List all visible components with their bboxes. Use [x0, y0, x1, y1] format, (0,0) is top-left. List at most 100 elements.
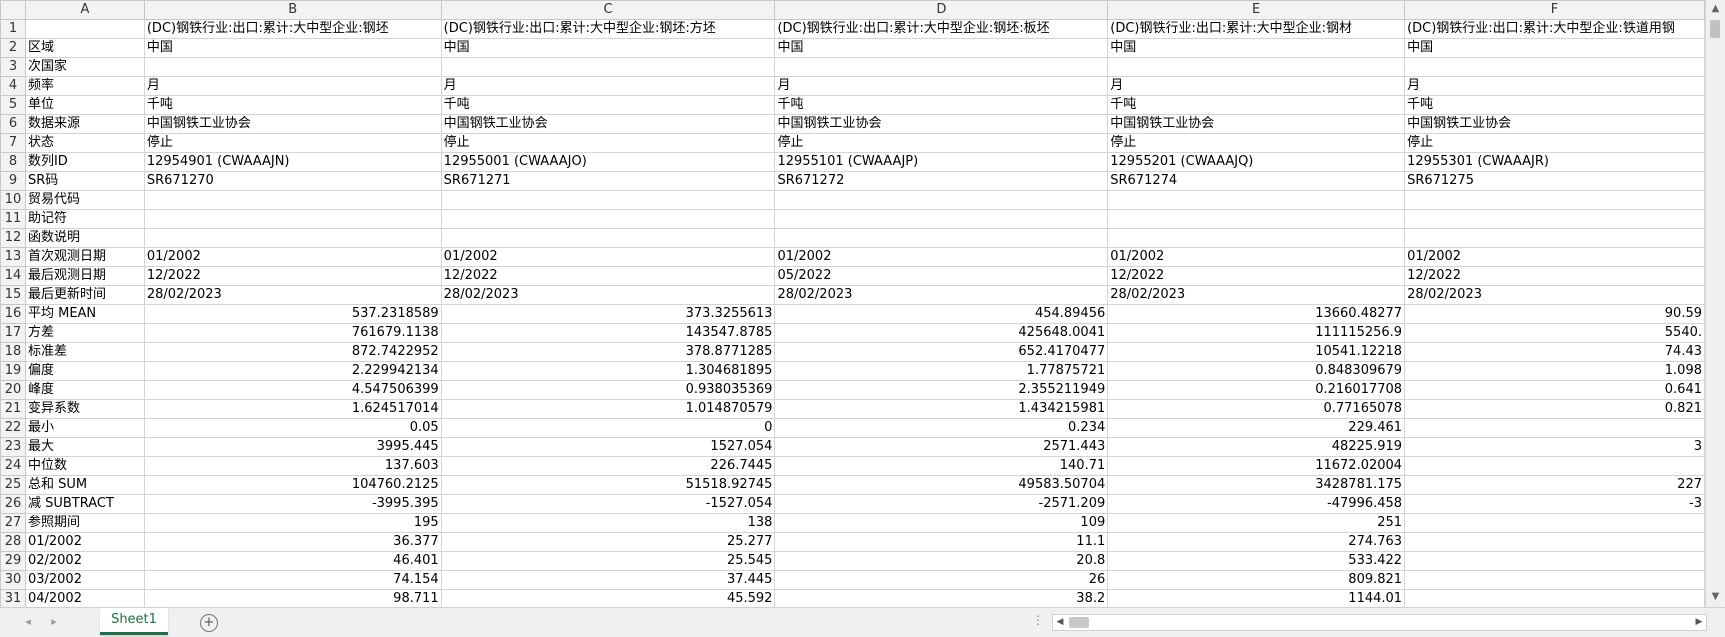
cell-f[interactable]: 01/2002 — [1404, 247, 1705, 267]
cell-d[interactable]: (DC)钢铁行业:出口:累计:大中型企业:钢坯:板坯 — [774, 19, 1109, 39]
cell-a[interactable] — [24, 19, 145, 39]
cell-c[interactable] — [440, 57, 776, 77]
cell-f[interactable]: 74.43 — [1404, 342, 1705, 362]
row-header[interactable]: 17 — [0, 323, 26, 343]
cell-a[interactable]: 中位数 — [24, 456, 145, 476]
row-header[interactable]: 2 — [0, 38, 26, 58]
select-all-corner[interactable] — [0, 0, 26, 20]
cell-a[interactable]: 单位 — [24, 95, 145, 115]
row-header[interactable]: 5 — [0, 95, 26, 115]
cell-a[interactable]: 次国家 — [24, 57, 145, 77]
cell-f[interactable] — [1404, 570, 1705, 590]
row-header[interactable]: 11 — [0, 209, 26, 229]
cell-b[interactable]: 195 — [143, 513, 442, 533]
cell-d[interactable]: 2571.443 — [774, 437, 1109, 457]
cell-b[interactable]: 中国 — [143, 38, 442, 58]
row-header[interactable]: 21 — [0, 399, 26, 419]
cell-a[interactable]: 03/2002 — [24, 570, 145, 590]
cell-f[interactable] — [1404, 551, 1705, 571]
cell-b[interactable]: 2.229942134 — [143, 361, 442, 381]
row-header[interactable]: 3 — [0, 57, 26, 77]
cell-a[interactable]: 变异系数 — [24, 399, 145, 419]
cell-c[interactable]: 月 — [440, 76, 776, 96]
cell-a[interactable]: 01/2002 — [24, 532, 145, 552]
cell-f[interactable]: 3 — [1404, 437, 1705, 457]
cell-e[interactable]: 月 — [1107, 76, 1406, 96]
cell-d[interactable]: 01/2002 — [774, 247, 1109, 267]
cell-f[interactable] — [1404, 456, 1705, 476]
cell-d[interactable]: 1.434215981 — [774, 399, 1109, 419]
cell-c[interactable]: 138 — [440, 513, 776, 533]
cell-d[interactable] — [774, 57, 1109, 77]
row-header[interactable]: 1 — [0, 19, 26, 39]
cell-f[interactable] — [1404, 190, 1705, 210]
cell-a[interactable]: 标准差 — [24, 342, 145, 362]
row-header[interactable]: 24 — [0, 456, 26, 476]
cell-a[interactable]: 首次观测日期 — [24, 247, 145, 267]
cell-e[interactable]: 274.763 — [1107, 532, 1406, 552]
cell-c[interactable]: 12/2022 — [440, 266, 776, 286]
cell-d[interactable] — [774, 209, 1109, 229]
cell-e[interactable] — [1107, 190, 1406, 210]
cell-e[interactable]: 11672.02004 — [1107, 456, 1406, 476]
cell-e[interactable]: 千吨 — [1107, 95, 1406, 115]
vertical-scrollbar[interactable]: ▲ ▼ — [1705, 0, 1725, 607]
cell-d[interactable]: 中国 — [774, 38, 1109, 58]
cell-f[interactable]: -3 — [1404, 494, 1705, 514]
cell-b[interactable]: 872.7422952 — [143, 342, 442, 362]
cell-d[interactable]: 109 — [774, 513, 1109, 533]
cell-a[interactable]: 平均 MEAN — [24, 304, 145, 324]
cell-c[interactable]: 01/2002 — [440, 247, 776, 267]
row-header[interactable]: 25 — [0, 475, 26, 495]
cell-f[interactable]: 12/2022 — [1404, 266, 1705, 286]
row-header[interactable]: 13 — [0, 247, 26, 267]
cell-e[interactable]: 13660.48277 — [1107, 304, 1406, 324]
cell-d[interactable]: 0.234 — [774, 418, 1109, 438]
row-header[interactable]: 14 — [0, 266, 26, 286]
scroll-down-icon[interactable]: ▼ — [1706, 588, 1725, 606]
cell-f[interactable]: 12955301 (CWAAAJR) — [1404, 152, 1705, 172]
cell-d[interactable]: 454.89456 — [774, 304, 1109, 324]
cell-b[interactable]: 104760.2125 — [143, 475, 442, 495]
cell-c[interactable]: 28/02/2023 — [440, 285, 776, 305]
cell-b[interactable]: 46.401 — [143, 551, 442, 571]
cell-d[interactable] — [774, 228, 1109, 248]
row-header[interactable]: 7 — [0, 133, 26, 153]
cell-f[interactable]: 中国钢铁工业协会 — [1404, 114, 1705, 134]
cell-a[interactable]: 频率 — [24, 76, 145, 96]
cell-d[interactable]: 停止 — [774, 133, 1109, 153]
cell-f[interactable]: 月 — [1404, 76, 1705, 96]
cell-f[interactable] — [1404, 209, 1705, 229]
cell-c[interactable]: 12955001 (CWAAAJO) — [440, 152, 776, 172]
cell-e[interactable]: 停止 — [1107, 133, 1406, 153]
cell-e[interactable]: -47996.458 — [1107, 494, 1406, 514]
cell-f[interactable] — [1404, 57, 1705, 77]
cell-e[interactable]: 533.422 — [1107, 551, 1406, 571]
prev-sheet-icon[interactable]: ◂ — [20, 614, 36, 630]
row-header[interactable]: 27 — [0, 513, 26, 533]
scroll-right-icon[interactable]: ▶ — [1692, 615, 1706, 630]
cell-d[interactable]: 49583.50704 — [774, 475, 1109, 495]
row-header[interactable]: 20 — [0, 380, 26, 400]
row-header[interactable]: 29 — [0, 551, 26, 571]
row-header[interactable]: 4 — [0, 76, 26, 96]
cell-e[interactable]: SR671274 — [1107, 171, 1406, 191]
column-header-f[interactable]: F — [1404, 0, 1705, 20]
cell-d[interactable]: 28/02/2023 — [774, 285, 1109, 305]
cell-b[interactable]: (DC)钢铁行业:出口:累计:大中型企业:钢坯 — [143, 19, 442, 39]
cell-e[interactable]: 01/2002 — [1107, 247, 1406, 267]
row-header[interactable]: 26 — [0, 494, 26, 514]
cell-f[interactable]: 中国 — [1404, 38, 1705, 58]
cell-f[interactable] — [1404, 532, 1705, 552]
row-header[interactable]: 23 — [0, 437, 26, 457]
cell-c[interactable]: 378.8771285 — [440, 342, 776, 362]
cell-b[interactable]: 12954901 (CWAAAJN) — [143, 152, 442, 172]
cell-b[interactable] — [143, 228, 442, 248]
cell-b[interactable]: 1.624517014 — [143, 399, 442, 419]
cell-b[interactable] — [143, 209, 442, 229]
cell-e[interactable]: 28/02/2023 — [1107, 285, 1406, 305]
cell-d[interactable]: 中国钢铁工业协会 — [774, 114, 1109, 134]
row-header[interactable]: 30 — [0, 570, 26, 590]
cell-d[interactable]: -2571.209 — [774, 494, 1109, 514]
cell-c[interactable]: 1527.054 — [440, 437, 776, 457]
